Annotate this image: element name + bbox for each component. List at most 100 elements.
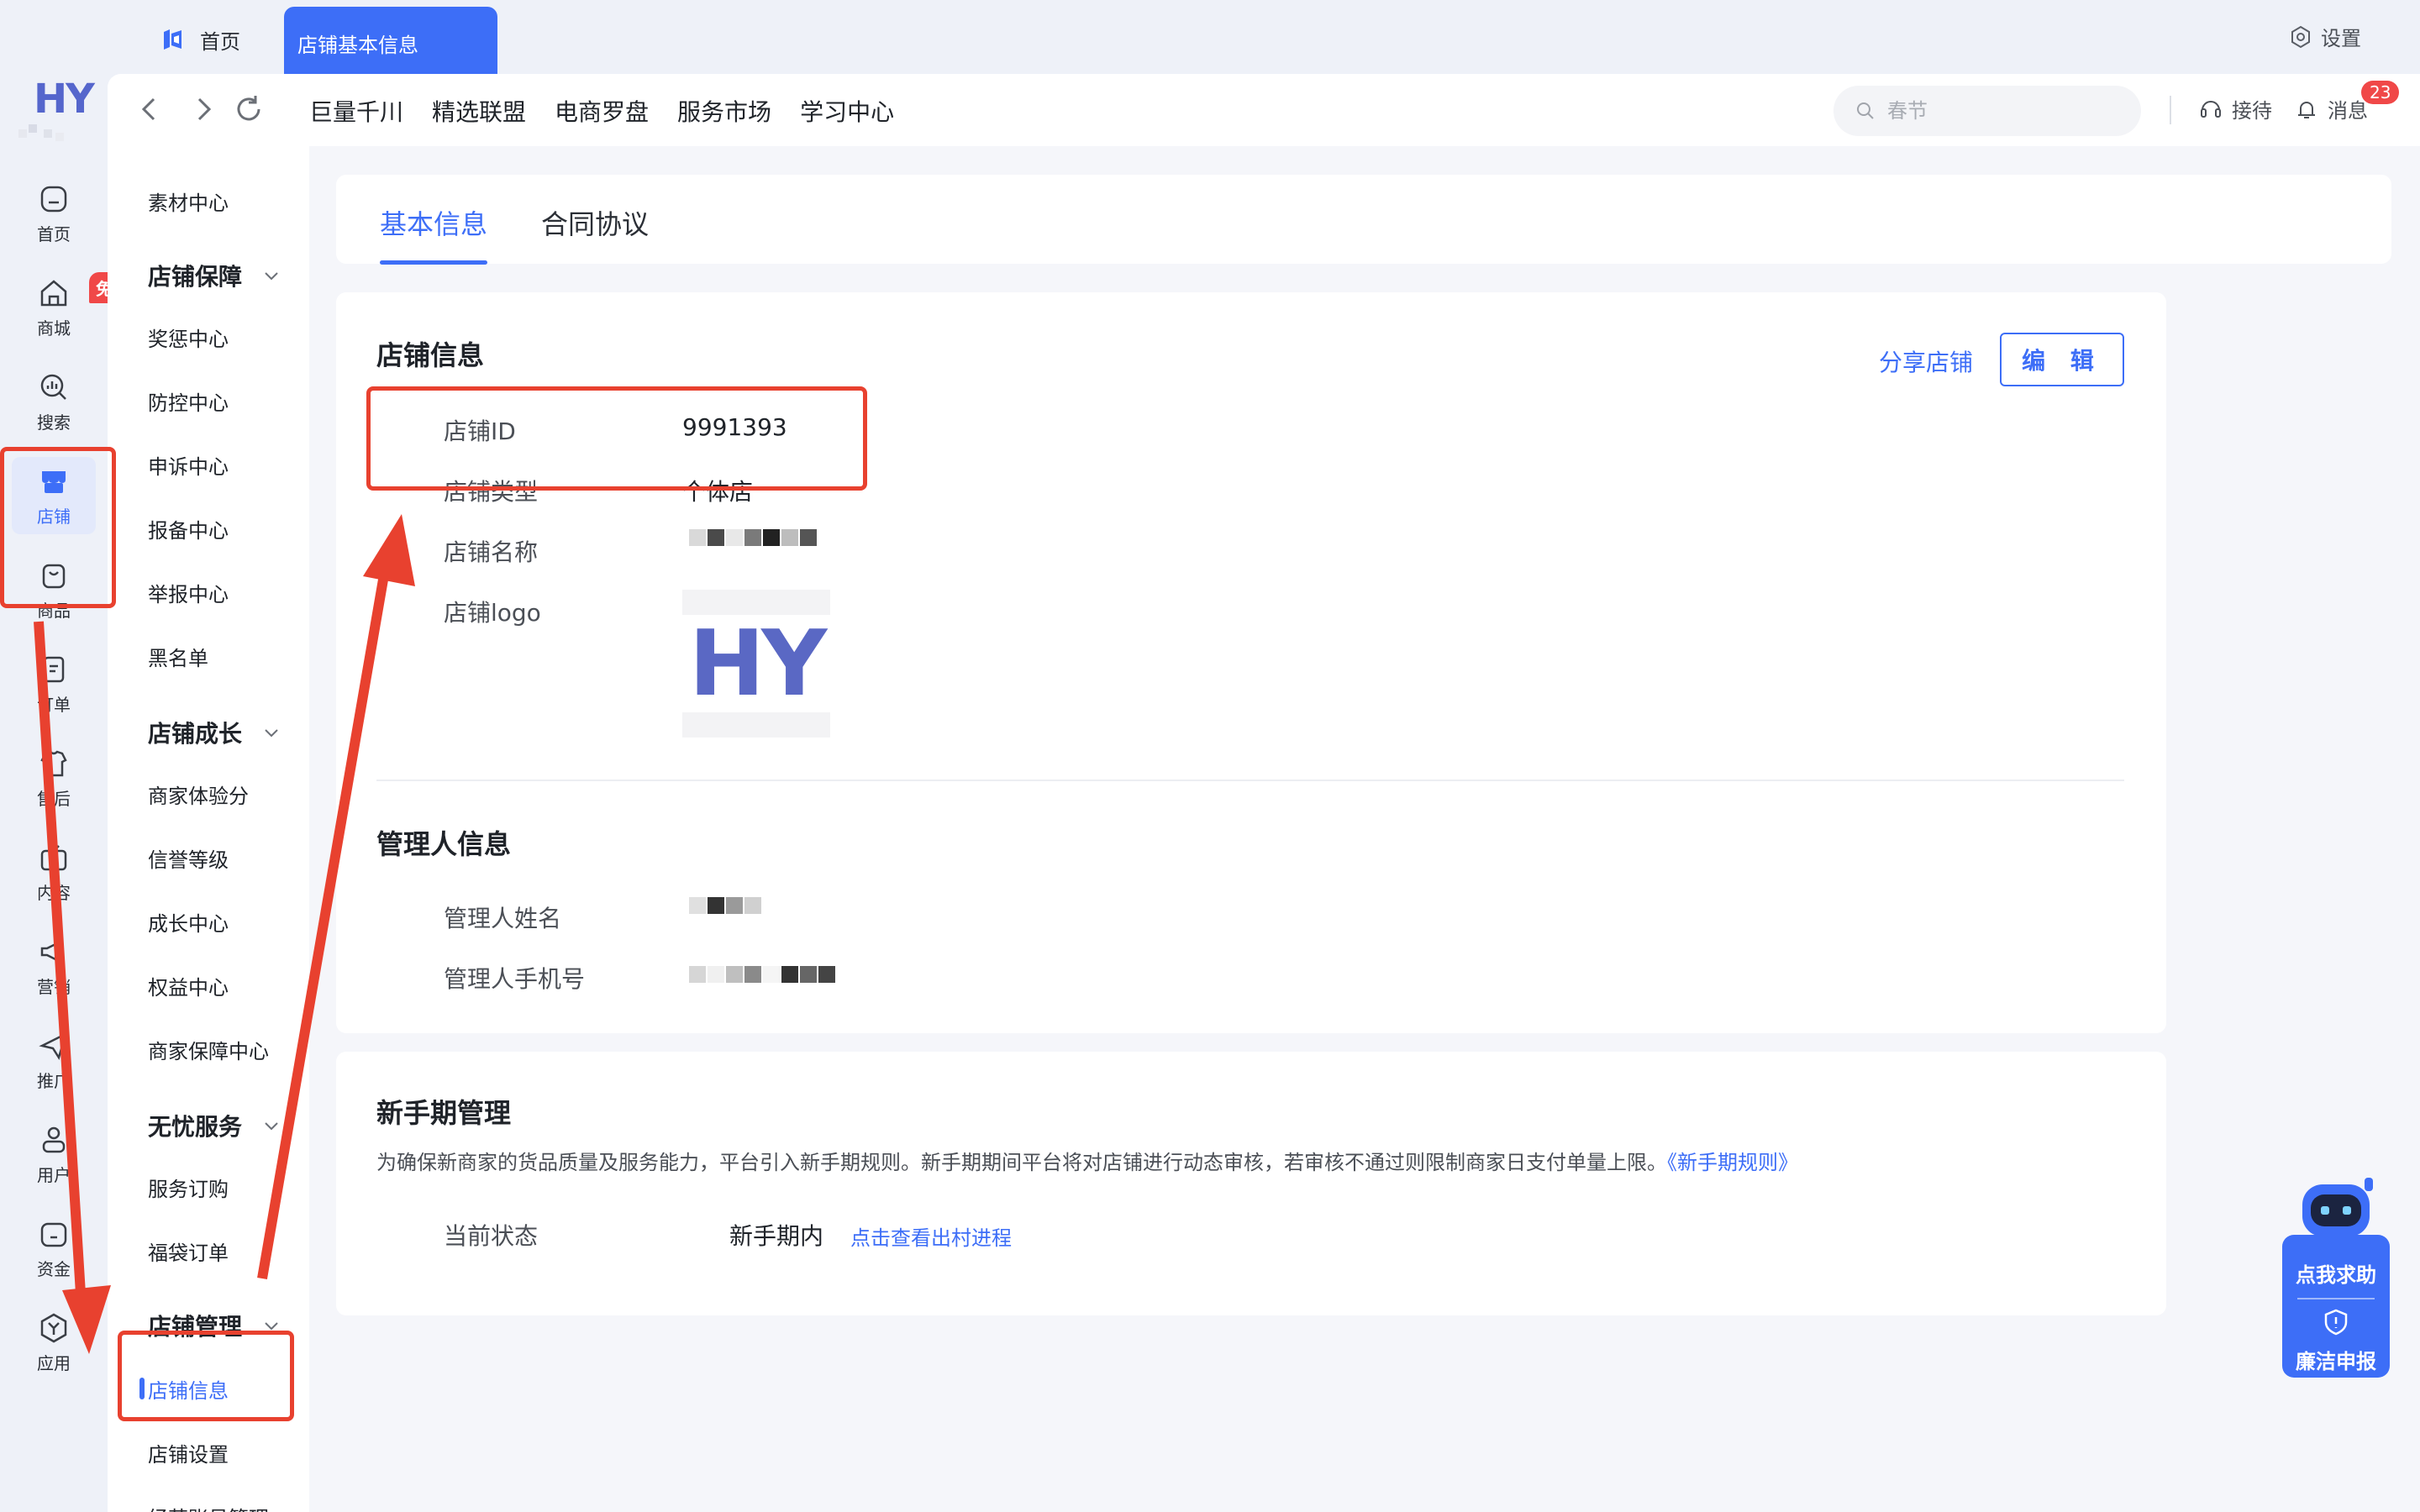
top-nav-bar: 巨量千川 精选联盟 电商罗盘 服务市场 学习中心 接待 消息 — [108, 74, 2420, 146]
chevron-down-icon — [265, 272, 278, 281]
tab-basic-info[interactable]: 基本信息 — [380, 203, 487, 242]
tab-home[interactable]: 首页 — [160, 18, 240, 60]
logo-bottom-strip — [682, 712, 830, 738]
rail-item-order[interactable]: 订单 — [12, 645, 96, 722]
manager-info-title: 管理人信息 — [376, 828, 512, 860]
submenu-item-filing[interactable]: 报备中心 — [148, 514, 229, 543]
active-tab-underline — [380, 260, 487, 265]
submenu-item-experience-score[interactable]: 商家体验分 — [148, 780, 249, 809]
tab-shop-basic-info[interactable]: 店铺基本信息 — [284, 7, 497, 74]
submenu-item-merchant-protection[interactable]: 商家保障中心 — [148, 1035, 269, 1064]
message-count-badge: 23 — [2361, 81, 2400, 104]
rail-item-funds[interactable]: 资金 — [12, 1210, 96, 1287]
content-tabs: 基本信息 合同协议 — [336, 175, 2391, 264]
messages-button[interactable]: 消息 — [2294, 94, 2368, 123]
help-label[interactable]: 点我求助 — [2282, 1258, 2390, 1288]
rail-item-marketing[interactable]: 营销 — [12, 927, 96, 1005]
rail-label-promo: 推广 — [37, 1070, 71, 1091]
paper-plane-icon — [39, 1032, 67, 1060]
tab-contracts[interactable]: 合同协议 — [541, 203, 649, 242]
annotation-box-rail-shop — [0, 447, 116, 608]
rail-item-content[interactable]: 内容 — [12, 833, 96, 911]
help-widget[interactable]: 点我求助 廉洁申报 — [2282, 1176, 2390, 1378]
search-box[interactable] — [1833, 86, 2141, 136]
submenu-item-growth-center[interactable]: 成长中心 — [148, 907, 229, 937]
rail-item-user[interactable]: 用户 — [12, 1116, 96, 1193]
help-separator — [2297, 1298, 2375, 1299]
submenu-item-shop-settings[interactable]: 店铺设置 — [148, 1438, 229, 1467]
submenu-item-credit-level[interactable]: 信誉等级 — [148, 843, 229, 873]
rail-item-apps[interactable]: 应用 — [12, 1304, 96, 1381]
settings-button[interactable]: 设置 — [2289, 22, 2361, 51]
rail-label-marketing: 营销 — [37, 976, 71, 997]
nav-link-service-market[interactable]: 服务市场 — [677, 94, 771, 128]
headset-icon — [2201, 100, 2221, 118]
store-icon — [40, 279, 67, 306]
settings-label: 设置 — [2321, 27, 2361, 50]
submenu-group-guarantee[interactable]: 店铺保障 — [148, 259, 281, 292]
rail-label-user: 用户 — [37, 1164, 71, 1185]
nav-divider — [2170, 96, 2171, 124]
manager-name-redacted — [689, 897, 761, 914]
manager-phone-label: 管理人手机号 — [444, 965, 586, 993]
share-shop-button[interactable]: 分享店铺 — [1879, 344, 1973, 378]
nav-link-qianchuan[interactable]: 巨量千川 — [309, 94, 403, 128]
submenu-item-lucky-bag-orders[interactable]: 福袋订单 — [148, 1236, 229, 1266]
tv-icon — [40, 844, 67, 870]
search-chart-icon — [40, 374, 66, 400]
rail-label-content: 内容 — [37, 882, 71, 903]
rail-logo-pixels-icon — [18, 124, 64, 141]
newbie-rules-link[interactable]: 《新手期规则》 — [1667, 1151, 1798, 1174]
megaphone-icon — [40, 939, 62, 963]
reception-button[interactable]: 接待 — [2198, 94, 2272, 123]
annotation-box-shop-info — [118, 1331, 294, 1421]
nav-link-learning[interactable]: 学习中心 — [800, 94, 894, 128]
submenu-item-materials[interactable]: 素材中心 — [148, 186, 229, 216]
rail-label-aftersale: 售后 — [37, 788, 71, 809]
tab-home-label: 首页 — [200, 29, 240, 54]
nav-link-alliance[interactable]: 精选联盟 — [432, 94, 526, 128]
rail-item-mall[interactable]: 商城 — [12, 269, 96, 346]
newbie-title: 新手期管理 — [376, 1097, 512, 1129]
section-divider — [376, 780, 2124, 781]
rail-item-aftersale[interactable]: 售后 — [12, 739, 96, 816]
submenu-item-appeal[interactable]: 申诉中心 — [148, 450, 229, 480]
back-arrow-icon[interactable] — [133, 92, 166, 126]
submenu-group-growth[interactable]: 店铺成长 — [148, 716, 281, 749]
shield-icon — [2324, 1309, 2348, 1336]
hexagon-app-icon — [40, 1313, 67, 1342]
reception-label: 接待 — [2232, 99, 2272, 123]
forward-arrow-icon[interactable] — [187, 92, 220, 126]
submenu-item-report[interactable]: 举报中心 — [148, 578, 229, 607]
submenu-item-blacklist[interactable]: 黑名单 — [148, 642, 208, 671]
nav-right: 接待 消息 — [2198, 94, 2368, 123]
nav-links: 巨量千川 精选联盟 电商罗盘 服务市场 学习中心 — [309, 94, 894, 128]
rail-item-promo[interactable]: 推广 — [12, 1021, 96, 1099]
home-tab-icon — [164, 29, 182, 50]
rail-item-search[interactable]: 搜索 — [12, 363, 96, 440]
rail-label-search: 搜索 — [37, 412, 71, 433]
integrity-report-label[interactable]: 廉洁申报 — [2282, 1345, 2390, 1374]
home-icon — [40, 186, 67, 212]
wallet-icon — [40, 1222, 67, 1247]
refresh-icon[interactable] — [232, 92, 266, 126]
search-icon — [1857, 102, 1874, 119]
view-progress-link[interactable]: 点击查看出村进程 — [850, 1221, 1012, 1251]
submenu-item-service-subscription[interactable]: 服务订购 — [148, 1173, 229, 1202]
submenu-item-risk[interactable]: 防控中心 — [148, 386, 229, 416]
submenu-item-benefits[interactable]: 权益中心 — [148, 971, 229, 1000]
user-icon — [42, 1126, 66, 1152]
submenu-item-rewards[interactable]: 奖惩中心 — [148, 323, 229, 352]
edit-button[interactable]: 编 辑 — [2000, 333, 2124, 386]
newbie-description-text: 为确保新商家的货品质量及服务能力，平台引入新手期规则。新手期期间平台将对店铺进行… — [376, 1151, 1667, 1174]
rail-label-order: 订单 — [37, 694, 71, 715]
shirt-icon — [40, 750, 67, 776]
submenu-item-business-accounts[interactable]: 经营账号管理 — [148, 1502, 269, 1512]
search-input[interactable] — [1887, 99, 2106, 123]
submenu-group-label: 店铺成长 — [148, 720, 243, 748]
submenu-group-worry-free[interactable]: 无忧服务 — [148, 1109, 281, 1142]
nav-link-compass[interactable]: 电商罗盘 — [555, 94, 649, 128]
submenu-group-label: 无忧服务 — [148, 1113, 243, 1141]
bell-icon — [2298, 101, 2315, 118]
rail-item-home[interactable]: 首页 — [12, 175, 96, 252]
